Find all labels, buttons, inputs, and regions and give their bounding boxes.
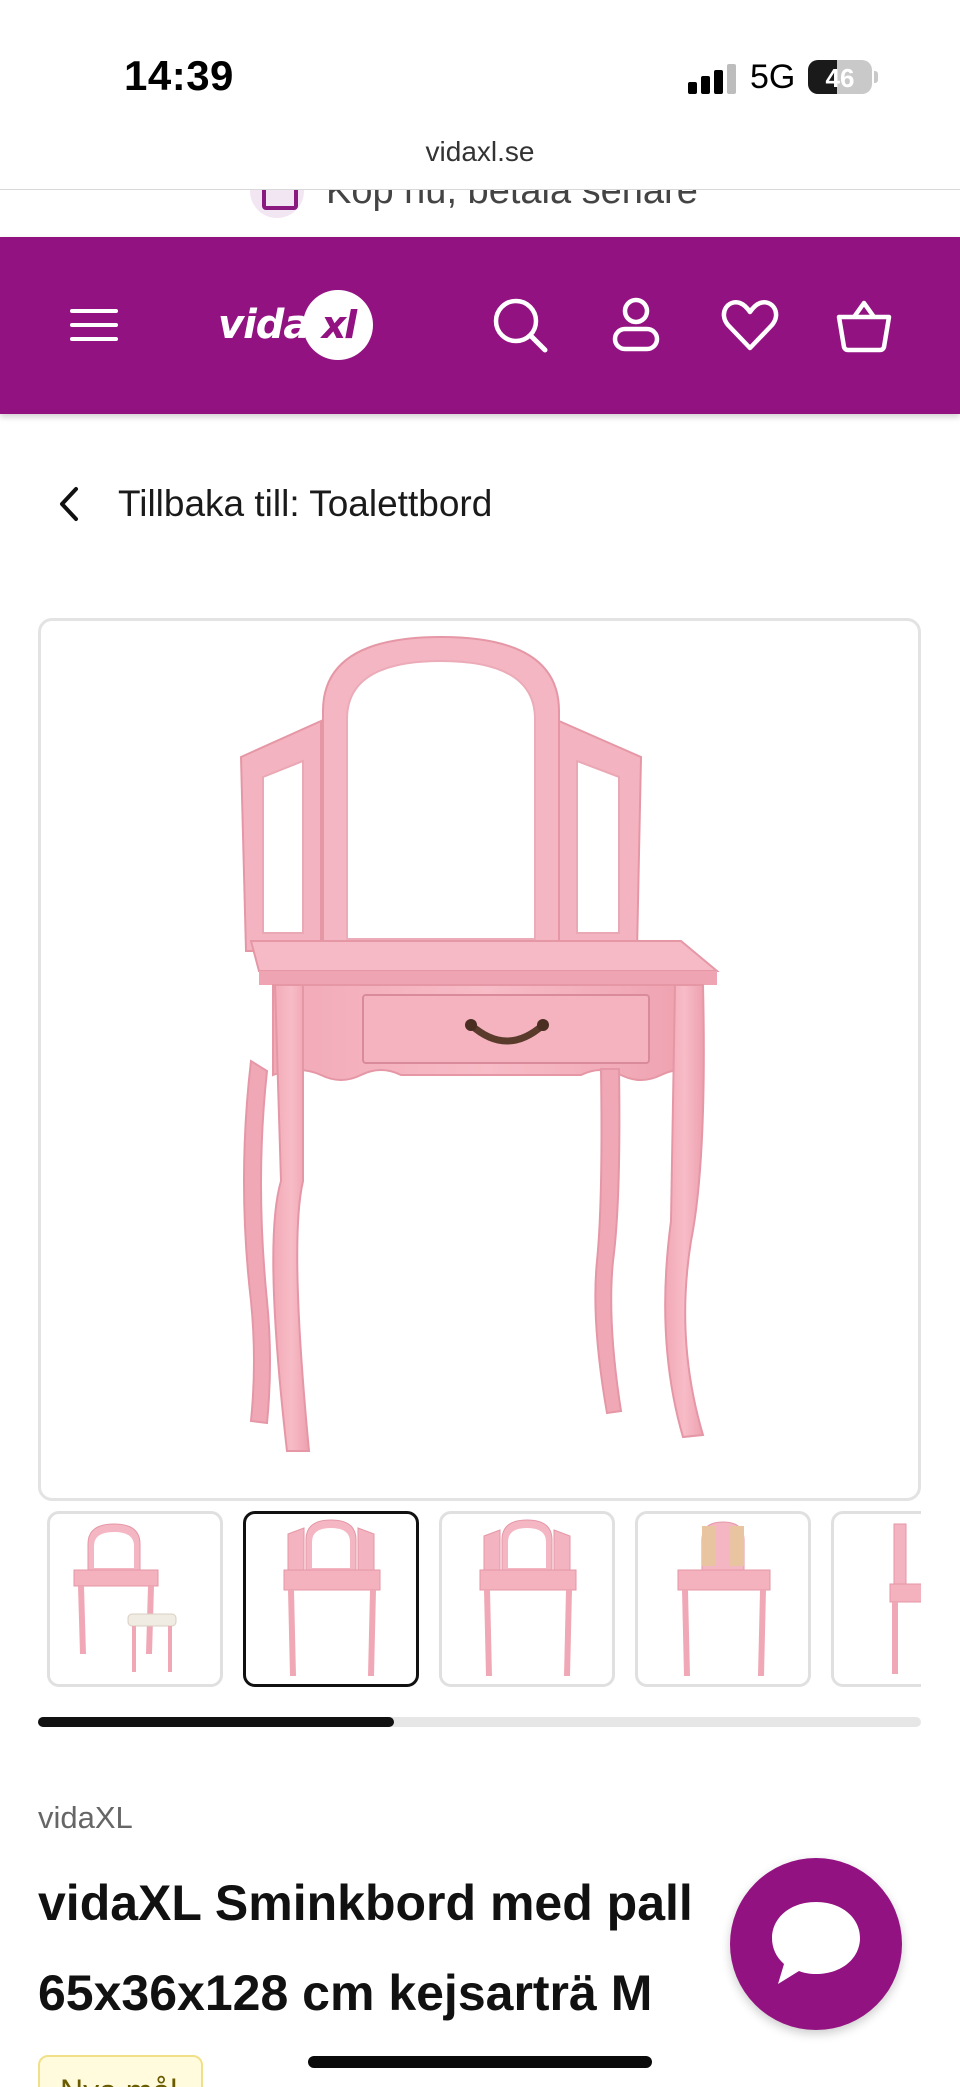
account-icon[interactable] [606,295,666,355]
battery-level: 46 [825,63,855,93]
back-link[interactable]: Tillbaka till: Toalettbord [52,474,492,534]
battery-tip [874,71,878,83]
thumbnail-2[interactable] [243,1511,419,1687]
search-icon[interactable] [490,295,550,355]
vidaxl-logo[interactable]: vida xl [218,285,374,365]
url-bar[interactable]: vidaxl.se [0,130,960,190]
promo-text: Köp nu, betala senare [326,190,698,212]
logo-badge: xl [303,290,374,360]
calendar-icon [250,190,304,218]
logo-text: vida [218,302,310,348]
menu-icon[interactable] [70,305,120,345]
heart-icon[interactable] [720,295,780,355]
gallery-scrollbar-thumb[interactable] [38,1717,394,1727]
thumbnail-strip [47,1511,921,1689]
vanity-table-illustration [239,635,720,1452]
thumbnail-4[interactable] [635,1511,811,1687]
thumbnail-3[interactable] [439,1511,615,1687]
promo-strip[interactable]: Köp nu, betala senare [0,190,960,237]
basket-icon[interactable] [834,295,894,355]
home-indicator [308,2056,652,2068]
network-label: 5G [750,58,796,96]
back-link-label: Tillbaka till: Toalettbord [118,483,493,524]
thumbnail-1[interactable] [47,1511,223,1687]
product-brand[interactable]: vidaXL [38,1800,133,1836]
chat-button[interactable] [730,1858,902,2030]
battery-icon: 46 [808,60,872,94]
thumbnail-5[interactable] [831,1511,921,1687]
status-time: 14:39 [124,52,234,99]
site-header: vida xl [0,237,960,414]
signal-icon [688,64,736,94]
gallery-scrollbar[interactable] [38,1717,921,1727]
product-main-image[interactable] [38,618,921,1501]
status-badge: Nya mål [38,2055,203,2087]
chat-bubble-icon [772,1902,860,1984]
url-text: vidaxl.se [425,136,535,167]
status-bar: 14:39 5G 46 [0,0,960,130]
chevron-left-icon [60,487,78,521]
